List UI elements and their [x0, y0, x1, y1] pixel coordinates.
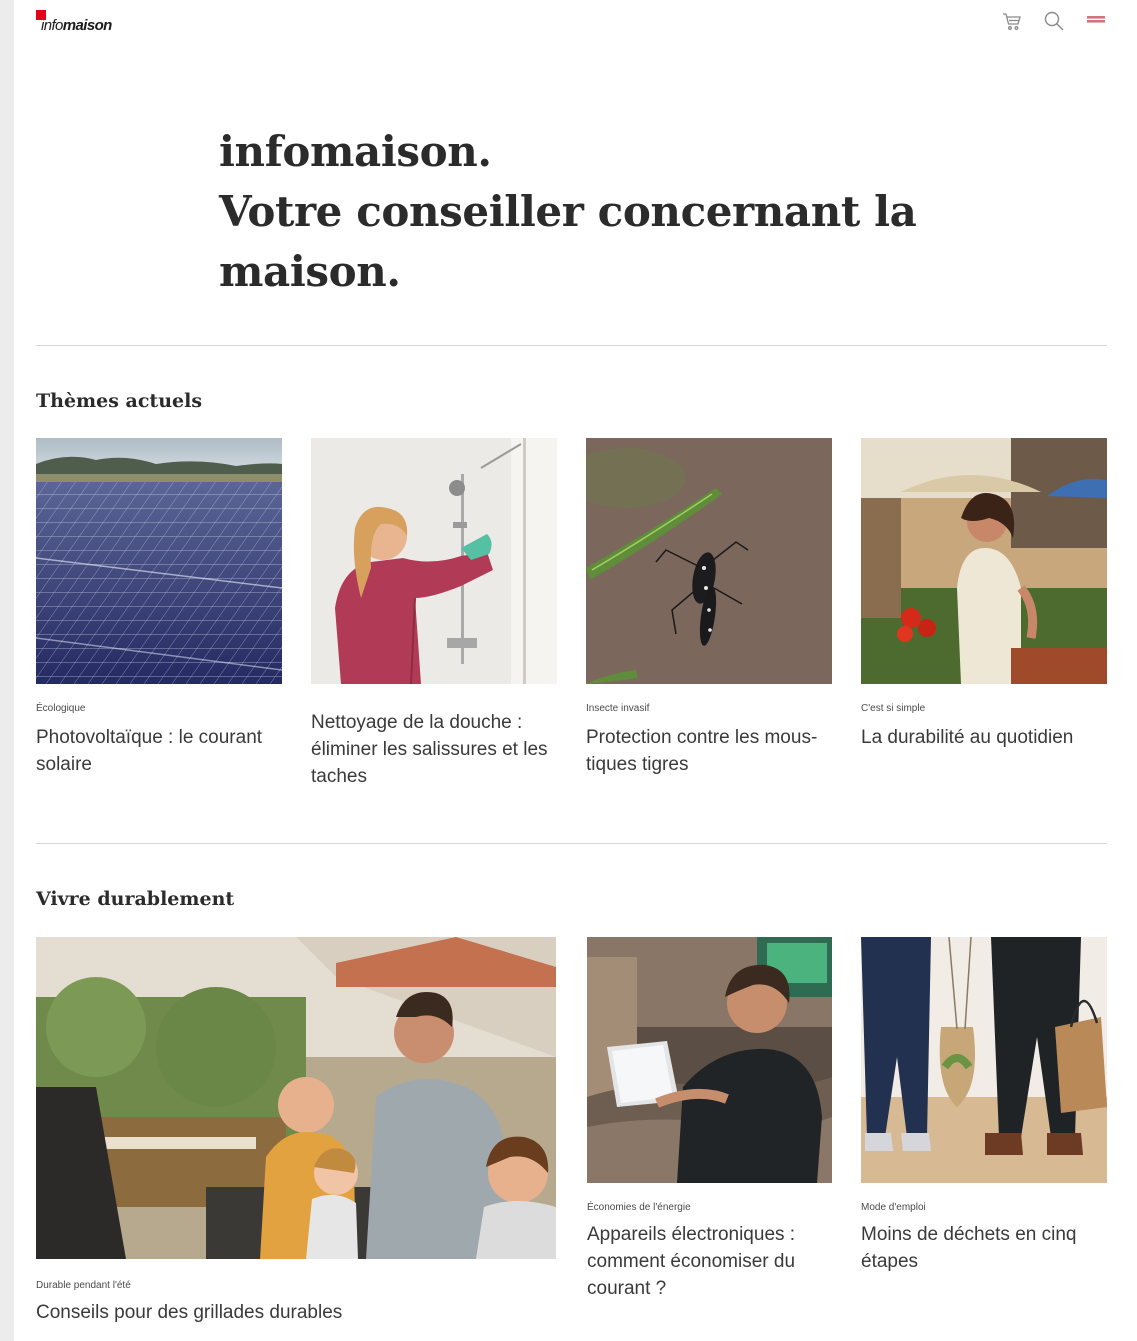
card-title[interactable]: Conseils pour des grillades durables: [36, 1299, 556, 1326]
hero-line-3: maison.: [219, 247, 401, 296]
card-category: Insecte invasif: [586, 703, 650, 714]
card-grillades-durables[interactable]: Durable pendant l'été Conseils pour des …: [36, 937, 556, 1337]
search-icon[interactable]: [1043, 10, 1065, 32]
card-appareils-electroniques[interactable]: Économies de l'énergie Appareils électro…: [587, 937, 832, 1317]
card-category: C'est si simple: [861, 703, 926, 714]
card-title[interactable]: Nettoyage de la douche : éliminer les sa…: [311, 709, 557, 790]
card-image: [861, 438, 1107, 684]
card-moins-de-dechets[interactable]: Mode d'emploi Moins de déchets en cinq é…: [861, 937, 1107, 1287]
card-title[interactable]: Moins de déchets en cinq étapes: [861, 1221, 1101, 1275]
card-category: Écologique: [36, 703, 86, 714]
card-image: [311, 438, 557, 684]
logo-text: infomaison: [41, 17, 112, 34]
card-nettoyage-douche[interactable]: Nettoyage de la douche : éliminer les sa…: [311, 438, 557, 788]
logo[interactable]: infomaison: [36, 10, 112, 34]
card-title[interactable]: Protection contre les mous­tiques tigres: [586, 724, 832, 778]
card-title[interactable]: Photovoltaïque : le courant solaire: [36, 724, 282, 778]
card-title[interactable]: La durabilité au quotidien: [861, 724, 1107, 751]
card-image: [586, 438, 832, 684]
card-photovoltaique[interactable]: Écologique Photovoltaïque : le courant s…: [36, 438, 282, 788]
hero: infomaison. Votre conseiller concernant …: [219, 122, 919, 302]
card-title[interactable]: Appareils électroniques : comment économ…: [587, 1221, 822, 1302]
hero-line-1: infomaison.: [219, 127, 492, 176]
section-title-themes: Thèmes actuels: [36, 390, 203, 412]
hero-title: infomaison. Votre conseiller concernant …: [219, 122, 919, 302]
card-image: [36, 438, 282, 684]
card-durabilite-quotidien[interactable]: C'est si simple La durabilité au quotidi…: [861, 438, 1107, 788]
divider: [36, 345, 1107, 346]
card-image: [861, 937, 1107, 1183]
logo-mark: [36, 10, 46, 20]
hero-line-2: Votre conseiller concernant la: [219, 187, 917, 236]
card-category: Durable pendant l'été: [36, 1280, 131, 1291]
header-icons: [1001, 10, 1107, 32]
section-title-durable: Vivre durablement: [36, 888, 235, 910]
card-category: Mode d'emploi: [861, 1202, 926, 1213]
cart-icon[interactable]: [1001, 10, 1023, 32]
card-moustiques-tigres[interactable]: Insecte invasif Protection contre les mo…: [586, 438, 832, 788]
page: infomaison infomaison. Votre conseiller …: [14, 0, 1137, 1341]
card-image: [587, 937, 832, 1183]
menu-icon[interactable]: [1085, 10, 1107, 32]
card-category: Économies de l'énergie: [587, 1202, 691, 1213]
divider: [36, 843, 1107, 844]
card-image: [36, 937, 556, 1259]
